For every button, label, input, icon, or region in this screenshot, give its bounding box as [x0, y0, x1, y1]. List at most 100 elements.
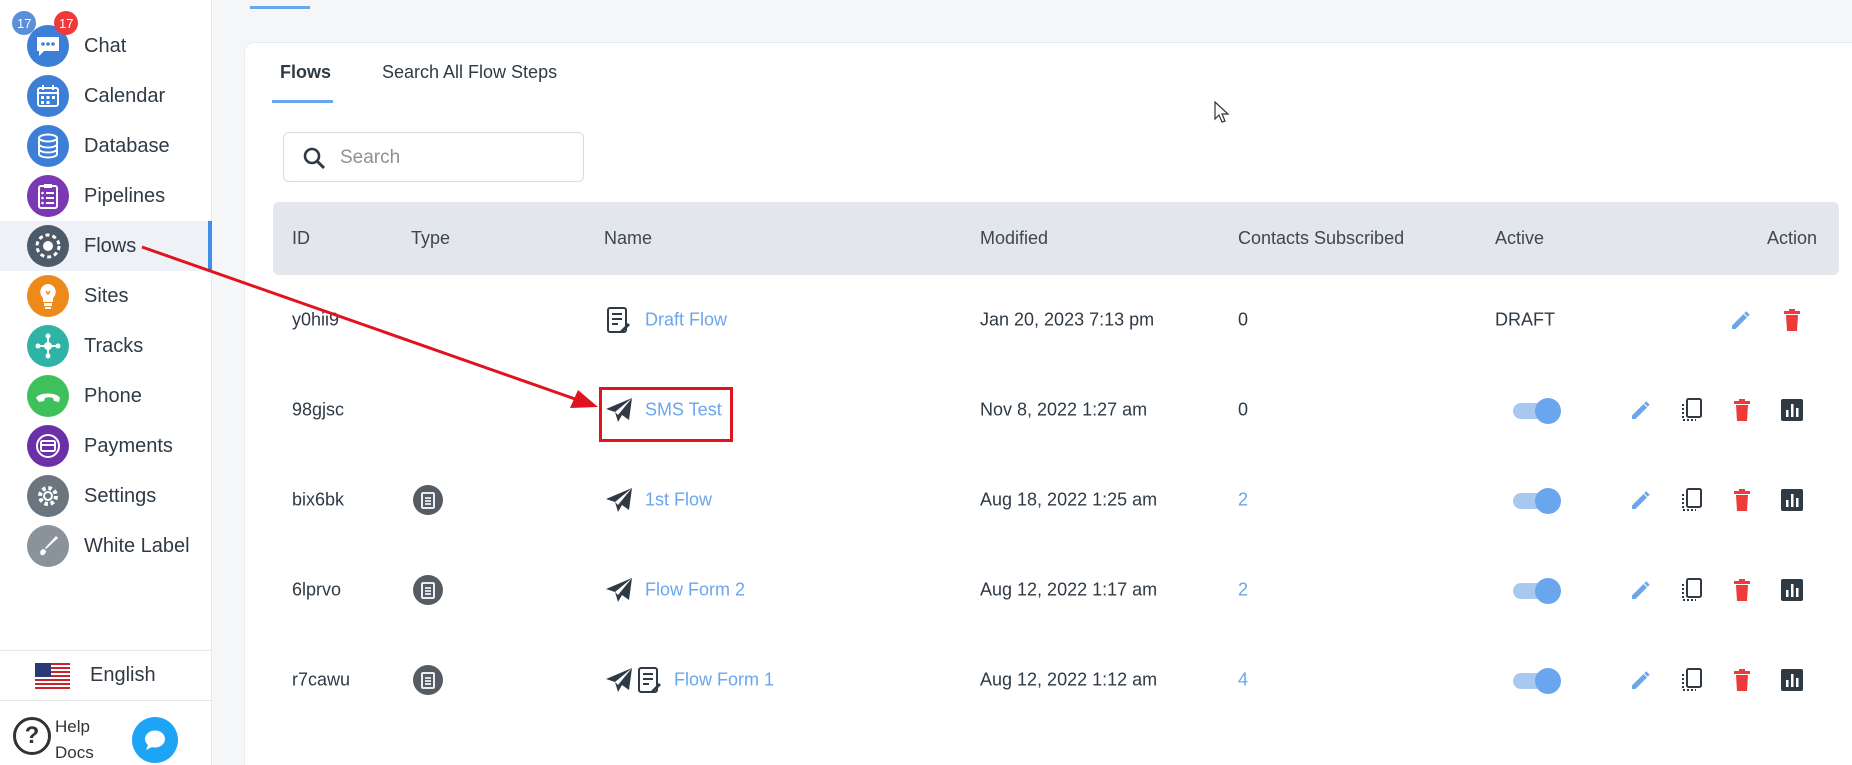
language-label: English	[90, 664, 156, 686]
flow-contacts-count: 0	[1238, 399, 1249, 420]
delete-icon[interactable]	[1731, 488, 1753, 512]
language-selector[interactable]: English	[0, 650, 212, 700]
delete-icon[interactable]	[1781, 308, 1803, 332]
flow-contacts-count[interactable]: 2	[1238, 580, 1248, 601]
edit-icon[interactable]	[1729, 308, 1753, 332]
column-header-contacts-subscribed[interactable]: Contacts Subscribed	[1238, 228, 1404, 249]
search-input[interactable]	[340, 143, 570, 173]
flow-modified: Nov 8, 2022 1:27 am	[980, 399, 1148, 420]
help-section: ? Help Docs	[0, 700, 212, 765]
help-docs-link[interactable]: Help Docs	[55, 714, 105, 765]
table-header: ID Type Name Modified Contacts Subscribe…	[273, 202, 1839, 275]
active-toggle[interactable]	[1511, 578, 1561, 604]
payments-icon	[27, 425, 69, 467]
sidebar-item-payments[interactable]: Payments	[0, 421, 212, 471]
sidebar-item-settings[interactable]: Settings	[0, 471, 212, 521]
pipelines-icon	[27, 175, 69, 217]
tab-search-all-flow-steps[interactable]: Search All Flow Steps	[382, 62, 557, 83]
sidebar-item-pipelines[interactable]: Pipelines	[0, 171, 212, 221]
sidebar-item-label: Phone	[84, 384, 142, 407]
sidebar-item-flows[interactable]: Flows	[0, 221, 212, 271]
edit-icon[interactable]	[1629, 488, 1653, 512]
send-icon	[604, 666, 634, 694]
table-row: 98gjsc SMS Test Nov 8, 2022 1:27 am 0	[273, 365, 1839, 455]
search-icon	[303, 147, 326, 170]
sidebar-item-database[interactable]: Database	[0, 121, 212, 171]
delete-icon[interactable]	[1731, 578, 1753, 602]
top-tab-indicator	[250, 6, 310, 9]
form-type-icon	[413, 485, 443, 515]
sidebar: 17 17 Chat Calendar Database Pipelines F…	[0, 0, 212, 765]
tracks-icon	[27, 325, 69, 367]
edit-icon[interactable]	[1629, 578, 1653, 602]
column-header-modified[interactable]: Modified	[980, 228, 1048, 249]
sidebar-item-label: Chat	[84, 34, 127, 57]
send-icon	[604, 576, 634, 604]
white-label-icon	[27, 525, 69, 567]
active-tab-indicator	[272, 100, 333, 103]
flows-icon	[27, 225, 69, 267]
duplicate-icon[interactable]	[1679, 577, 1703, 603]
sidebar-item-tracks[interactable]: Tracks	[0, 321, 212, 371]
active-toggle[interactable]	[1511, 398, 1561, 424]
draft-document-icon	[604, 305, 632, 335]
sites-icon	[27, 275, 69, 317]
flow-id: bix6bk	[292, 489, 345, 510]
help-icon[interactable]: ?	[13, 717, 51, 755]
column-header-id[interactable]: ID	[292, 228, 310, 249]
sidebar-item-label: Flows	[84, 234, 137, 257]
sidebar-item-label: White Label	[84, 534, 190, 557]
flow-contacts-count: 0	[1238, 309, 1249, 330]
column-header-active[interactable]: Active	[1495, 228, 1544, 249]
sidebar-item-phone[interactable]: Phone	[0, 371, 212, 421]
flow-name-link[interactable]: Flow Form 1	[674, 670, 774, 691]
flow-name-link[interactable]: 1st Flow	[645, 490, 712, 511]
flow-modified: Aug 18, 2022 1:25 am	[980, 489, 1158, 510]
table-row: y0hii9 Draft Flow Jan 20, 2023 7:13 pm 0…	[273, 275, 1839, 365]
edit-icon[interactable]	[1629, 398, 1653, 422]
stats-icon[interactable]	[1780, 488, 1804, 512]
form-type-icon	[413, 575, 443, 605]
duplicate-icon[interactable]	[1679, 397, 1703, 423]
sidebar-item-label: Database	[84, 134, 170, 157]
column-header-name[interactable]: Name	[604, 228, 652, 249]
flow-name-link[interactable]: Flow Form 2	[645, 580, 745, 601]
sidebar-item-white-label[interactable]: White Label	[0, 521, 212, 571]
active-toggle[interactable]	[1511, 488, 1561, 514]
flow-contacts-count[interactable]: 4	[1238, 670, 1248, 691]
stats-icon[interactable]	[1780, 578, 1804, 602]
draft-document-icon	[635, 665, 663, 695]
delete-icon[interactable]	[1731, 668, 1753, 692]
sidebar-item-label: Pipelines	[84, 184, 166, 207]
settings-icon	[27, 475, 69, 517]
edit-icon[interactable]	[1629, 668, 1653, 692]
sidebar-item-sites[interactable]: Sites	[0, 271, 212, 321]
duplicate-icon[interactable]	[1679, 487, 1703, 513]
chat-bubble-icon	[145, 730, 165, 750]
database-icon	[27, 125, 69, 167]
stats-icon[interactable]	[1780, 398, 1804, 422]
tab-flows[interactable]: Flows	[280, 62, 331, 83]
stats-icon[interactable]	[1780, 668, 1804, 692]
flow-modified: Jan 20, 2023 7:13 pm	[980, 309, 1155, 330]
chat-widget-button[interactable]	[132, 717, 178, 763]
mouse-cursor-icon	[1214, 101, 1230, 123]
column-header-action: Action	[1767, 228, 1818, 248]
active-toggle[interactable]	[1511, 668, 1561, 694]
duplicate-icon[interactable]	[1679, 667, 1703, 693]
us-flag-icon	[35, 662, 70, 689]
sidebar-item-calendar[interactable]: Calendar	[0, 71, 212, 121]
delete-icon[interactable]	[1731, 398, 1753, 422]
flow-id: r7cawu	[292, 669, 351, 690]
flow-name-link[interactable]: Draft Flow	[645, 310, 727, 331]
search-box	[283, 132, 584, 182]
table-row: 6lprvo Flow Form 2 Aug 12, 2022 1:17 am …	[273, 545, 1839, 635]
flow-id: 98gjsc	[292, 399, 345, 420]
sidebar-item-label: Calendar	[84, 84, 166, 107]
flow-contacts-count[interactable]: 2	[1238, 490, 1248, 511]
flow-modified: Aug 12, 2022 1:17 am	[980, 579, 1158, 600]
form-type-icon	[413, 665, 443, 695]
send-icon	[604, 486, 634, 514]
flow-status-draft: DRAFT	[1495, 309, 1555, 330]
column-header-type[interactable]: Type	[411, 228, 450, 249]
